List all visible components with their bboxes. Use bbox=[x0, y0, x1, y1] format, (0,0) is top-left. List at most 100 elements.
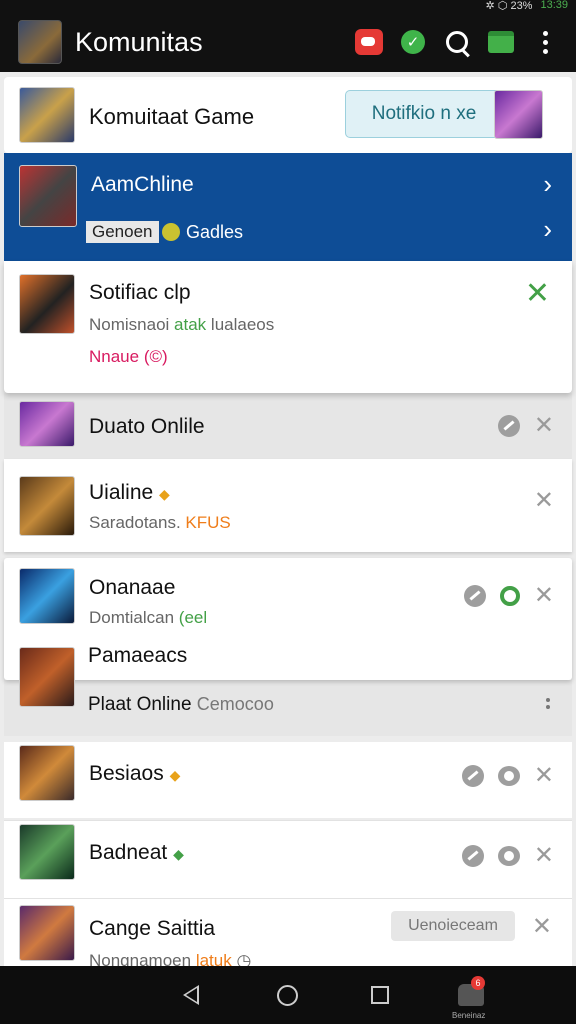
community-avatar bbox=[19, 401, 75, 447]
refresh-icon[interactable] bbox=[499, 586, 520, 606]
community-subtitle: Cemocoo bbox=[196, 694, 274, 714]
search-icon bbox=[446, 31, 468, 53]
search-button[interactable] bbox=[442, 27, 472, 57]
community-row[interactable]: Plaat Online Cemocoo bbox=[4, 680, 572, 736]
community-name: Duato Onlile bbox=[89, 415, 205, 438]
back-icon[interactable] bbox=[183, 985, 199, 1005]
subtitle-highlight: (eel bbox=[178, 608, 208, 627]
selected-card-sub: Gadles bbox=[186, 222, 244, 242]
profile-nav-label: Beneinaz bbox=[452, 1011, 486, 1020]
close-icon[interactable]: ✕ bbox=[534, 489, 554, 513]
close-icon[interactable]: ✕ bbox=[532, 915, 552, 939]
notification-button[interactable]: Notifkio n xe bbox=[345, 90, 503, 138]
community-avatar bbox=[19, 165, 77, 227]
community-avatar bbox=[19, 476, 75, 536]
chevron-right-icon[interactable]: › bbox=[543, 169, 552, 200]
community-row[interactable]: Cange Saittia Nongnamoen latuk ◷ Uenoiec… bbox=[4, 898, 572, 966]
more-dot-icon bbox=[542, 48, 548, 54]
row-actions: ✕ bbox=[534, 489, 554, 513]
community-avatar bbox=[19, 824, 75, 880]
chevron-right-icon[interactable]: › bbox=[543, 214, 552, 245]
subtitle-part: Saradotans. bbox=[89, 513, 181, 532]
leaf-icon[interactable] bbox=[497, 415, 520, 437]
game-controller-icon bbox=[355, 29, 383, 55]
status-icons: ✲ ⬡ 23% bbox=[485, 0, 533, 12]
close-icon[interactable]: ✕ bbox=[534, 764, 554, 788]
community-subtitle: Nongnamoen latuk ◷ bbox=[89, 951, 251, 966]
close-icon[interactable]: ✕ bbox=[525, 279, 550, 309]
row-actions: ✕ bbox=[463, 584, 554, 608]
chat-button[interactable] bbox=[486, 27, 516, 57]
row-action-button[interactable]: Uenoieceam bbox=[391, 911, 515, 941]
selected-community-card[interactable]: AamChline › Genoen Gadles › bbox=[4, 153, 572, 261]
community-row[interactable]: Duato Onlile ✕ bbox=[4, 393, 572, 459]
app-bar: Komunitas ✓ bbox=[0, 12, 576, 72]
community-subtitle: Saradotans. KFUS bbox=[89, 513, 231, 533]
chat-icon bbox=[488, 31, 514, 53]
subtitle-part: lualaeos bbox=[210, 315, 275, 334]
home-icon[interactable] bbox=[277, 985, 298, 1006]
app-actions: ✓ bbox=[354, 27, 560, 57]
community-row[interactable]: Uialine ◆ Saradotans. KFUS ✕ bbox=[4, 459, 572, 552]
gem-icon: ◆ bbox=[159, 486, 170, 502]
close-icon[interactable]: ✕ bbox=[534, 414, 554, 438]
expanded-card-subtitle: Nomisnaoi atak lualaeos bbox=[89, 315, 274, 335]
close-icon[interactable]: ✕ bbox=[534, 844, 554, 868]
community-name: Badneat ◆ bbox=[89, 841, 184, 865]
expanded-community-card[interactable]: Sotifiac clp Nomisnaoi atak lualaeos Nna… bbox=[4, 261, 572, 393]
status-time: 13:39 bbox=[540, 0, 568, 11]
clock-icon: ◷ bbox=[236, 951, 252, 966]
close-icon[interactable]: ✕ bbox=[534, 584, 554, 608]
community-name: Plaat Online bbox=[88, 694, 192, 715]
verified-button[interactable]: ✓ bbox=[398, 27, 428, 57]
community-row[interactable]: Besiaos ◆ ✕ bbox=[4, 742, 572, 818]
check-icon: ✓ bbox=[401, 30, 425, 54]
more-dot-icon bbox=[546, 698, 550, 702]
more-vert-icon[interactable] bbox=[546, 698, 550, 709]
header-card: Komuitaat Game Notifkio n xe bbox=[4, 77, 572, 153]
community-text: Onanaae Domtialcan (eel bbox=[89, 558, 207, 628]
row-actions: ✕ bbox=[461, 764, 554, 788]
profile-avatar[interactable] bbox=[494, 90, 543, 139]
leaf-icon[interactable] bbox=[461, 845, 484, 867]
more-dot-icon bbox=[542, 30, 548, 36]
system-nav-bar: 6 Beneinaz bbox=[0, 966, 576, 1024]
app-logo bbox=[18, 20, 62, 64]
chat-bubble-icon[interactable] bbox=[497, 846, 520, 866]
row-actions: ✕ bbox=[461, 844, 554, 868]
header-card-title: Komuitaat Game bbox=[89, 104, 255, 129]
game-button[interactable] bbox=[354, 27, 384, 57]
gem-icon bbox=[162, 223, 180, 241]
more-menu-button[interactable] bbox=[530, 27, 560, 57]
subtitle-part: Nongnamoen bbox=[89, 951, 192, 966]
chat-bubble-icon[interactable] bbox=[497, 766, 520, 786]
community-row[interactable]: Badneat ◆ ✕ bbox=[4, 820, 572, 898]
recent-apps-icon[interactable] bbox=[371, 986, 389, 1004]
community-avatar bbox=[19, 568, 75, 624]
status-bar: ✲ ⬡ 23% 13:39 bbox=[0, 0, 576, 12]
community-row[interactable]: Onanaae Domtialcan (eel ✕ Pamaeacs bbox=[4, 558, 572, 707]
subtitle-highlight: atak bbox=[174, 315, 207, 334]
subtitle-highlight: KFUS bbox=[185, 513, 231, 532]
subtitle-part: Nomisnaoi bbox=[89, 315, 170, 334]
community-list: Komuitaat Game Notifkio n xe AamChline ›… bbox=[0, 72, 576, 966]
community-avatar bbox=[19, 274, 75, 334]
community-avatar bbox=[19, 647, 75, 707]
leaf-icon[interactable] bbox=[463, 585, 486, 607]
subtitle-part: Domtialcan bbox=[89, 608, 175, 627]
community-name: Besiaos ◆ bbox=[89, 762, 180, 786]
community-name: Onanaae bbox=[89, 576, 176, 599]
gem-icon: ◆ bbox=[173, 846, 184, 862]
selected-card-tag: Genoen bbox=[86, 221, 159, 243]
gem-icon: ◆ bbox=[169, 767, 181, 783]
notification-badge: 6 bbox=[471, 976, 485, 990]
more-dot-icon bbox=[542, 39, 548, 45]
community-text: Uialine ◆ Saradotans. KFUS bbox=[89, 459, 231, 533]
leaf-icon[interactable] bbox=[461, 765, 484, 787]
expanded-card-text: Sotifiac clp Nomisnaoi atak lualaeos Nna… bbox=[89, 261, 274, 367]
community-text: Cange Saittia Nongnamoen latuk ◷ bbox=[89, 899, 251, 966]
community-name: Cange Saittia bbox=[89, 917, 216, 940]
more-dot-icon bbox=[546, 705, 550, 709]
community-name-text: Uialine bbox=[89, 481, 154, 504]
expanded-card-meta: Nnaue (©) bbox=[89, 347, 168, 366]
